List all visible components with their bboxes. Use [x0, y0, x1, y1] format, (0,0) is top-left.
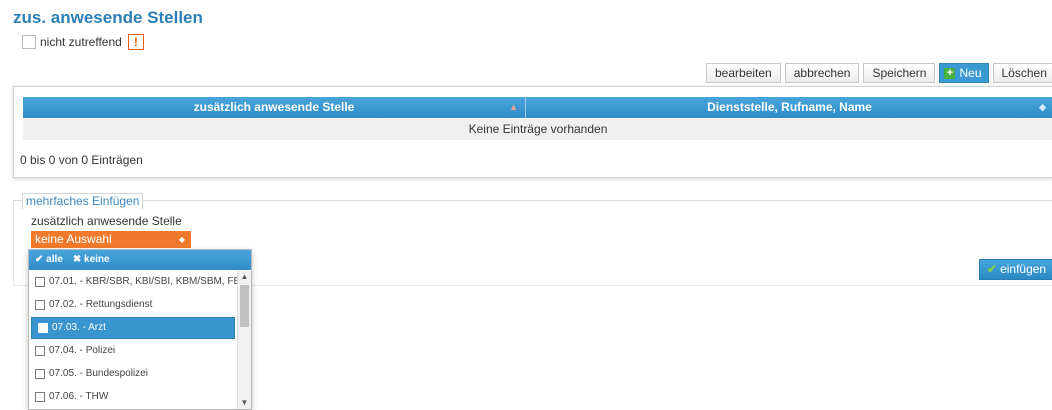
scroll-down-icon[interactable]: ▼ — [238, 397, 251, 409]
insert-button-label: einfügen — [1000, 260, 1046, 279]
option-label: 07.05. - Bundespolizei — [49, 363, 148, 385]
dropdown-header: ✔ alle ✖ keine — [29, 250, 251, 270]
cancel-button[interactable]: abbrechen — [785, 63, 860, 83]
page-title: zus. anwesende Stellen — [13, 8, 203, 28]
save-button[interactable]: Speichern — [863, 63, 935, 83]
entries-grid: zusätzlich anwesende Stelle ▲ Dienststel… — [13, 86, 1052, 178]
column-header-stelle[interactable]: zusätzlich anwesende Stelle ▲ — [23, 97, 526, 118]
scrollbar-thumb[interactable] — [240, 285, 249, 327]
not-applicable-checkbox[interactable] — [22, 35, 36, 49]
stelle-select[interactable]: keine Auswahl ◆ — [31, 231, 191, 248]
column-header-dienststelle[interactable]: Dienststelle, Rufname, Name ◆ — [526, 97, 1052, 118]
exclamation-icon: ! — [128, 34, 144, 50]
dropdown-scrollbar[interactable]: ▲ ▼ — [237, 271, 251, 409]
column-header-label: zusätzlich anwesende Stelle — [194, 100, 355, 114]
option-checkbox[interactable] — [35, 277, 45, 287]
empty-row: Keine Einträge vorhanden — [23, 119, 1052, 140]
fieldset-legend: mehrfaches Einfügen — [22, 193, 143, 209]
select-none-link[interactable]: ✖ keine — [73, 250, 110, 270]
dropdown-list: 07.01. - KBR/SBR, KBI/SBI, KBM/SBM, FB 0… — [29, 271, 237, 409]
select-all-link[interactable]: ✔ alle — [35, 250, 63, 270]
new-button-label: Neu — [959, 64, 981, 82]
option-checkbox[interactable] — [35, 300, 45, 310]
dropdown-option-selected[interactable]: 07.03. - Arzt — [31, 317, 235, 339]
not-applicable-label: nicht zutreffend — [40, 35, 122, 49]
grid-header-row: zusätzlich anwesende Stelle ▲ Dienststel… — [23, 97, 1052, 118]
dropdown-option[interactable]: 07.04. - Polizei — [29, 340, 237, 362]
insert-button[interactable]: ✔ einfügen — [979, 259, 1052, 280]
option-label: 07.06. - THW — [49, 386, 108, 408]
option-label: 07.04. - Polizei — [49, 340, 115, 362]
option-checkbox[interactable] — [38, 323, 48, 333]
edit-button[interactable]: bearbeiten — [706, 63, 781, 83]
select-value: keine Auswahl — [35, 232, 112, 246]
option-checkbox[interactable] — [35, 346, 45, 356]
scroll-up-icon[interactable]: ▲ — [238, 271, 251, 283]
multiselect-dropdown: ✔ alle ✖ keine 07.01. - KBR/SBR, KBI/SBI… — [28, 249, 252, 410]
option-checkbox[interactable] — [35, 369, 45, 379]
dropdown-option[interactable]: 07.06. - THW — [29, 386, 237, 408]
stelle-field-label: zusätzlich anwesende Stelle — [31, 214, 182, 228]
delete-button[interactable]: Löschen — [993, 63, 1052, 83]
option-label: 07.02. - Rettungsdienst — [49, 294, 152, 316]
dropdown-option[interactable]: 07.02. - Rettungsdienst — [29, 294, 237, 316]
grid-info-text: 0 bis 0 von 0 Einträgen — [20, 153, 143, 167]
dropdown-option[interactable]: 07.05. - Bundespolizei — [29, 363, 237, 385]
new-button[interactable]: + Neu — [939, 63, 988, 83]
caret-updown-icon: ◆ — [179, 231, 185, 248]
dropdown-option[interactable]: 07.01. - KBR/SBR, KBI/SBI, KBM/SBM, FB — [29, 271, 237, 293]
checkmark-icon: ✔ — [987, 260, 997, 279]
plus-icon: + — [944, 68, 955, 79]
option-label: 07.01. - KBR/SBR, KBI/SBI, KBM/SBM, FB — [49, 271, 237, 293]
sort-both-icon: ◆ — [1039, 97, 1046, 118]
option-label: 07.03. - Arzt — [52, 318, 106, 338]
column-header-label: Dienststelle, Rufname, Name — [707, 100, 872, 114]
option-checkbox[interactable] — [35, 392, 45, 402]
sort-asc-icon: ▲ — [509, 97, 518, 118]
grid-toolbar: bearbeiten abbrechen Speichern + Neu Lös… — [706, 63, 1052, 83]
not-applicable-row: nicht zutreffend ! — [22, 33, 144, 51]
